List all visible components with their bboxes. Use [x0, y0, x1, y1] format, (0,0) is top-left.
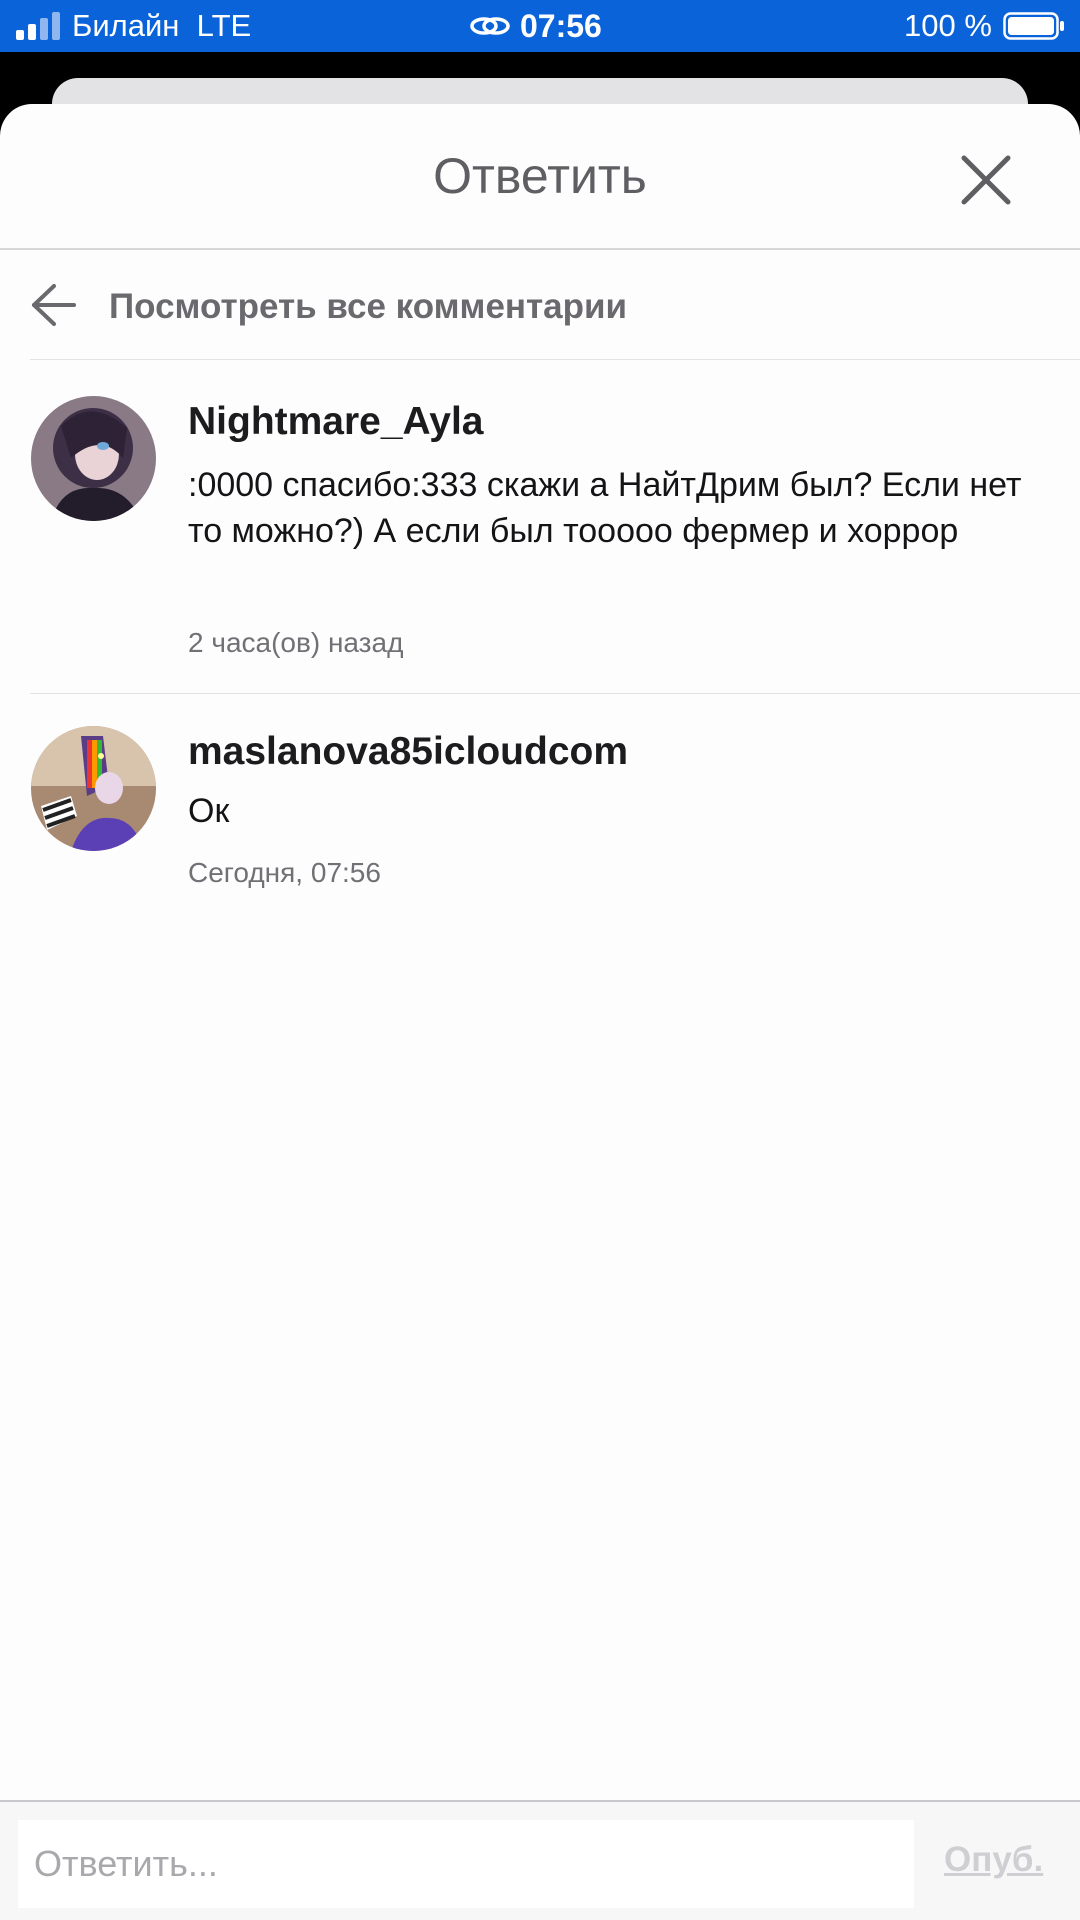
carrier-label: Билайн LTE: [72, 9, 251, 43]
close-icon[interactable]: [958, 152, 1014, 208]
sheet-title: Ответить: [433, 148, 647, 204]
sheet-header: Ответить: [0, 104, 1080, 250]
carrier-name: Билайн: [72, 8, 180, 43]
battery-icon: [1003, 12, 1064, 40]
comment-text: :0000 спасибо:333 скажи а НайтДрим был? …: [188, 466, 1022, 550]
comment-item: maslanova85icloudcom Ок Сегодня, 07:56: [0, 694, 1080, 914]
view-all-comments-link[interactable]: Посмотреть все комментарии: [109, 286, 627, 328]
comment-timestamp: Сегодня, 07:56: [188, 857, 381, 888]
link-icon: [470, 17, 510, 35]
reply-composer: Опуб.: [0, 1800, 1080, 1920]
user-avatar[interactable]: [31, 726, 156, 851]
comment-author[interactable]: Nightmare_Ayla: [188, 398, 484, 446]
publish-button[interactable]: Опуб.: [944, 1840, 1043, 1880]
network-type: LTE: [196, 8, 252, 43]
signal-bars-icon: [16, 12, 60, 40]
view-all-comments-row[interactable]: Посмотреть все комментарии: [0, 250, 1080, 360]
comment-timestamp: 2 часа(ов) назад: [188, 627, 404, 658]
status-bar: Билайн LTE 07:56 100 %: [0, 0, 1080, 52]
reply-sheet: Ответить Посмотреть все комментарии Nigh…: [0, 104, 1080, 1920]
status-time: 07:56: [520, 8, 602, 44]
reply-input[interactable]: [18, 1820, 914, 1908]
comment-author[interactable]: maslanova85icloudcom: [188, 728, 628, 776]
comment-item: Nightmare_Ayla :0000 спасибо:333 скажи а…: [0, 360, 1080, 694]
arrow-left-icon[interactable]: [30, 282, 78, 328]
battery-percent: 100 %: [904, 8, 992, 43]
user-avatar[interactable]: [31, 396, 156, 521]
comment-text: Ок: [188, 792, 230, 830]
